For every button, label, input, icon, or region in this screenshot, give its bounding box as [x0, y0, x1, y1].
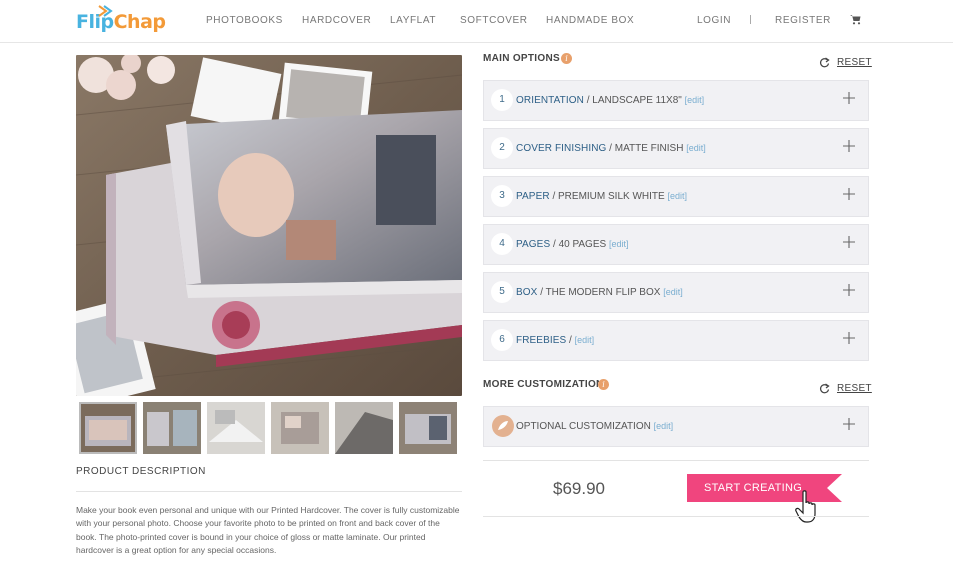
site-header: Flip Chap PHOTOBOOKS HARDCOVER LAYFLAT SO… [0, 0, 953, 43]
nav-handmade-box[interactable]: HANDMADE BOX [546, 15, 634, 26]
option-value: MATTE FINISH [614, 143, 684, 154]
expand-plus-icon[interactable] [843, 140, 855, 152]
thumbnail-5[interactable] [335, 402, 393, 454]
divider [76, 491, 462, 492]
option-separator: / [537, 287, 546, 298]
option-freebies[interactable]: 6 FREEBIES / [edit] [483, 320, 869, 361]
option-text: PAGES / 40 PAGES [edit] [516, 239, 628, 250]
option-text: OPTIONAL CUSTOMIZATION [edit] [516, 421, 673, 432]
option-box[interactable]: 5 BOX / THE MODERN FLIP BOX [edit] [483, 272, 869, 313]
option-label: COVER FINISHING [516, 143, 607, 154]
option-separator: / [549, 191, 559, 202]
nav-divider [750, 15, 751, 24]
option-edit-link[interactable]: [edit] [686, 143, 706, 153]
reset-main-options-link[interactable]: RESET [837, 57, 872, 68]
logo-mark-icon [98, 5, 113, 17]
option-text: PAPER / PREMIUM SILK WHITE [edit] [516, 191, 687, 202]
reset-icon[interactable] [819, 57, 830, 68]
option-number: 1 [491, 89, 513, 111]
option-value: OPTIONAL CUSTOMIZATION [516, 421, 651, 432]
more-customization-title: MORE CUSTOMIZATION [483, 379, 604, 390]
option-separator: / [566, 335, 575, 346]
divider [483, 460, 869, 461]
option-cover-finishing[interactable]: 2 COVER FINISHING / MATTE FINISH [edit] [483, 128, 869, 169]
option-text: FREEBIES / [edit] [516, 335, 594, 346]
nav-layflat[interactable]: LAYFLAT [390, 15, 436, 26]
login-link[interactable]: LOGIN [697, 15, 731, 26]
option-number: 2 [491, 137, 513, 159]
option-separator: / [550, 239, 559, 250]
option-label: PAPER [516, 191, 550, 202]
hand-cursor-icon [795, 490, 816, 523]
option-pages[interactable]: 4 PAGES / 40 PAGES [edit] [483, 224, 869, 265]
nav-photobooks[interactable]: PHOTOBOOKS [206, 15, 283, 26]
nav-hardcover[interactable]: HARDCOVER [302, 15, 371, 26]
option-optional-customization[interactable]: OPTIONAL CUSTOMIZATION [edit] [483, 406, 869, 447]
reset-customization-link[interactable]: RESET [837, 383, 872, 394]
expand-plus-icon[interactable] [843, 188, 855, 200]
hero-photo [76, 55, 462, 396]
thumbnail-3[interactable] [207, 402, 265, 454]
thumbnail-strip [76, 402, 462, 454]
option-edit-link[interactable]: [edit] [663, 287, 683, 297]
option-label: PAGES [516, 239, 551, 250]
logo-text-chap: Chap [113, 11, 166, 33]
divider [483, 516, 869, 517]
option-edit-link[interactable]: [edit] [667, 191, 687, 201]
option-edit-link[interactable]: [edit] [654, 421, 674, 431]
option-value: PREMIUM SILK WHITE [558, 191, 665, 202]
option-text: COVER FINISHING / MATTE FINISH [edit] [516, 143, 706, 154]
option-label: BOX [516, 287, 538, 298]
option-text: ORIENTATION / LANDSCAPE 11X8" [edit] [516, 95, 704, 106]
cart-icon[interactable] [850, 14, 861, 25]
customization-icon [492, 415, 514, 437]
nav-softcover[interactable]: SOFTCOVER [460, 15, 528, 26]
register-link[interactable]: REGISTER [775, 15, 831, 26]
option-text: BOX / THE MODERN FLIP BOX [edit] [516, 287, 683, 298]
option-label: FREEBIES [516, 335, 567, 346]
option-separator: / [606, 143, 615, 154]
thumbnail-2[interactable] [143, 402, 201, 454]
expand-plus-icon[interactable] [843, 284, 855, 296]
option-orientation[interactable]: 1 ORIENTATION / LANDSCAPE 11X8" [edit] [483, 80, 869, 121]
expand-plus-icon[interactable] [843, 418, 855, 430]
info-icon[interactable]: i [561, 53, 572, 64]
logo[interactable]: Flip Chap [76, 5, 166, 36]
option-number: 3 [491, 185, 513, 207]
expand-plus-icon[interactable] [843, 332, 855, 344]
option-paper[interactable]: 3 PAPER / PREMIUM SILK WHITE [edit] [483, 176, 869, 217]
product-hero-image [76, 55, 462, 396]
option-number: 5 [491, 281, 513, 303]
product-description-title: PRODUCT DESCRIPTION [76, 466, 206, 477]
option-number: 4 [491, 233, 513, 255]
option-value: LANDSCAPE 11X8" [592, 95, 682, 106]
product-description-text: Make your book even personal and unique … [76, 505, 460, 555]
option-edit-link[interactable]: [edit] [575, 335, 595, 345]
option-value: 40 PAGES [558, 239, 607, 250]
reset-icon[interactable] [819, 383, 830, 394]
thumbnail-1[interactable] [79, 402, 137, 454]
info-icon[interactable]: i [598, 379, 609, 390]
thumbnail-6[interactable] [399, 402, 457, 454]
expand-plus-icon[interactable] [843, 236, 855, 248]
main-options-title: MAIN OPTIONS [483, 53, 560, 64]
option-value: THE MODERN FLIP BOX [545, 287, 661, 298]
option-edit-link[interactable]: [edit] [609, 239, 629, 249]
option-edit-link[interactable]: [edit] [685, 95, 705, 105]
price: $69.90 [553, 479, 605, 498]
option-number: 6 [491, 329, 513, 351]
thumbnail-4[interactable] [271, 402, 329, 454]
expand-plus-icon[interactable] [843, 92, 855, 104]
option-label: ORIENTATION [516, 95, 584, 106]
